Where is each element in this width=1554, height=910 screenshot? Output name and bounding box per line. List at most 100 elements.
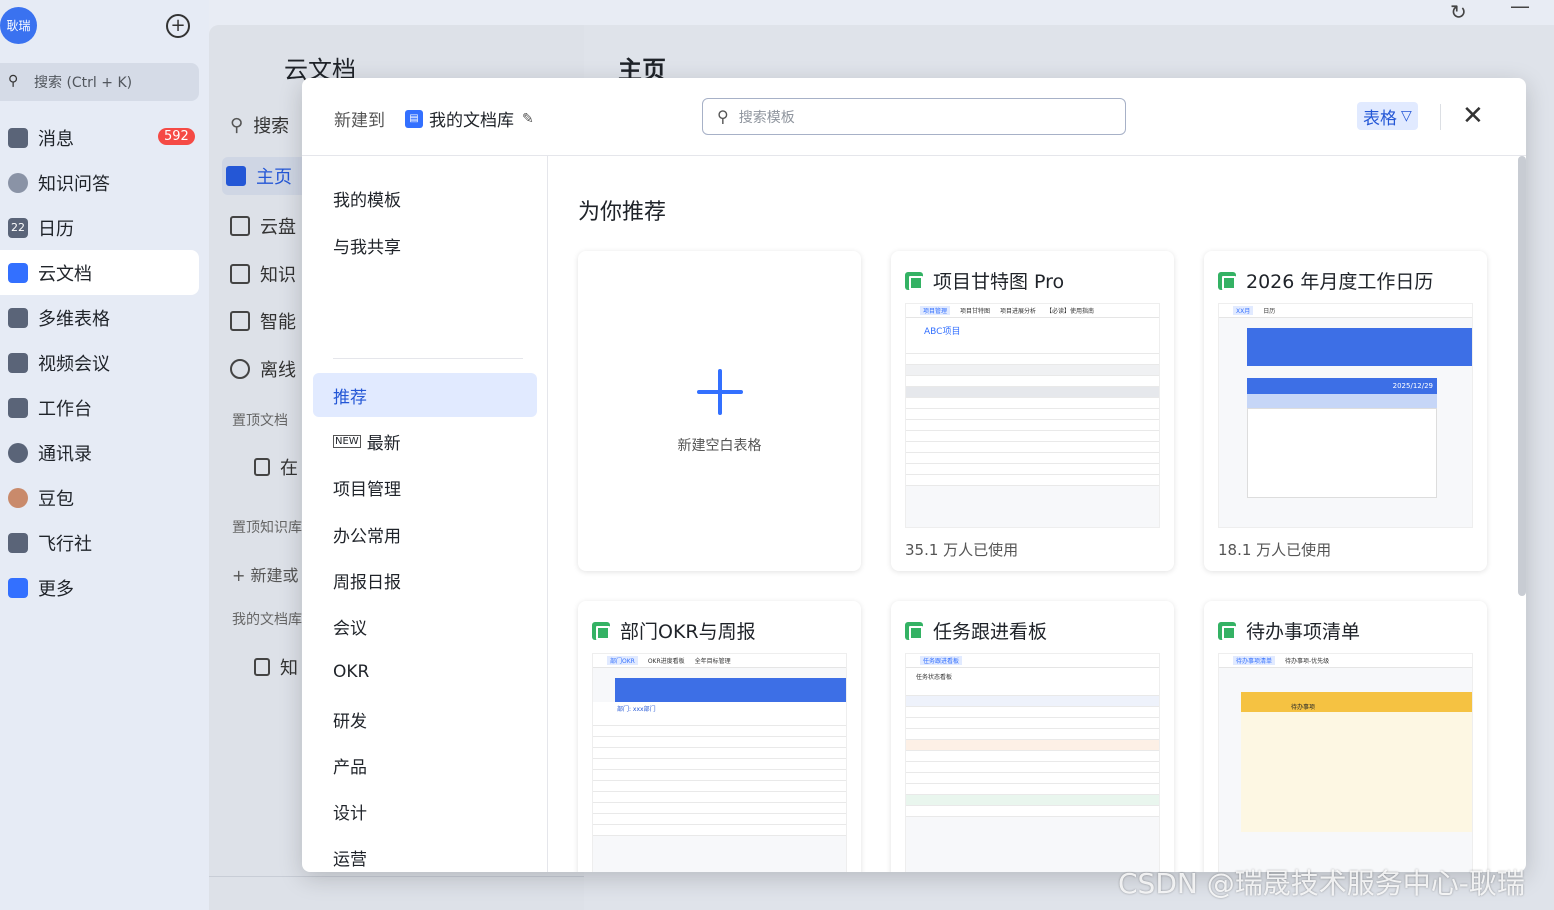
sheet-icon (905, 621, 923, 640)
bg-search[interactable]: ⚲ 搜索 (230, 112, 289, 138)
sidebar-item-label: 视频会议 (38, 353, 110, 375)
preview-header: ABC项目 (906, 318, 1159, 343)
category-operations[interactable]: 运营 (313, 835, 537, 872)
preview-tabs: 项目管理 项目甘特图 项目进展分析 【必读】使用指南 (906, 304, 1159, 318)
bg-nav-wiki[interactable]: 知识 (230, 261, 296, 287)
watermark: CSDN @瑞晟技术服务中心-耿瑞 (1118, 867, 1525, 900)
category-shared-with-me[interactable]: 与我共享 (313, 223, 537, 267)
category-my-templates[interactable]: 我的模板 (313, 176, 537, 220)
category-rd[interactable]: 研发 (313, 697, 537, 741)
template-preview: 待办事项清单 待办事项-优先级 待办事项 (1218, 653, 1473, 872)
bg-nav-drive[interactable]: 云盘 (230, 213, 296, 239)
target-library-selector[interactable]: ▤ 我的文档库 ✎ (405, 106, 534, 131)
section-title: 为你推荐 (578, 200, 667, 225)
category-product[interactable]: 产品 (313, 743, 537, 787)
template-card-task-board[interactable]: 任务跟进看板 任务跟进看板 任务状态看板 (891, 601, 1174, 872)
type-filter-button[interactable]: 表格 ▽ (1357, 102, 1418, 130)
preview-header: 待办事项 (1241, 702, 1472, 712)
bg-nav-offline[interactable]: 离线 (230, 356, 296, 382)
new-to-label: 新建到 (334, 111, 385, 131)
card-title-row: 待办事项清单 (1218, 617, 1360, 644)
bg-section-my-lib: 我的文档库 (232, 612, 302, 628)
sidebar-item-label: 知识问答 (38, 173, 110, 195)
type-filter-label: 表格 (1363, 108, 1397, 129)
docs-icon (8, 262, 28, 283)
sheet-icon (1218, 271, 1236, 290)
base-icon (8, 307, 28, 328)
calendar-icon: 22 (8, 217, 28, 238)
history-icon[interactable]: ↻ (1450, 0, 1467, 24)
template-card-calendar[interactable]: 2026 年月度工作日历 XX月 日历 2025/12/29 18.1 万人已使用 (1204, 251, 1487, 571)
category-meeting[interactable]: 会议 (313, 604, 537, 648)
dialog-header: 新建到 ▤ 我的文档库 ✎ ⚲ 搜索模板 表格 ▽ ✕ (302, 78, 1526, 156)
add-icon[interactable]: + (166, 14, 190, 38)
sheet-icon (905, 271, 923, 290)
sidebar-item-doubao[interactable]: 豆包 (0, 475, 199, 520)
workplace-icon (8, 397, 28, 418)
sidebar-item-label: 飞行社 (38, 533, 92, 555)
bg-pinned-doc[interactable]: 在 (254, 454, 298, 480)
preview-tabs: 部门OKR OKR进度看板 全年目标管理 (593, 654, 846, 668)
global-search-placeholder: 搜索 (Ctrl + K) (34, 75, 133, 91)
template-search-input[interactable]: ⚲ 搜索模板 (702, 98, 1126, 135)
unread-badge: 592 (158, 128, 195, 145)
category-okr[interactable]: OKR (313, 650, 537, 694)
bg-section-pinned-docs: 置顶文档 (232, 413, 288, 429)
sidebar-item-label: 豆包 (38, 488, 74, 510)
minimize-icon[interactable]: — (1510, 0, 1530, 18)
new-blank-sheet-card[interactable]: 新建空白表格 (578, 251, 861, 571)
template-preview: 项目管理 项目甘特图 项目进展分析 【必读】使用指南 ABC项目 (905, 303, 1160, 528)
edit-icon[interactable]: ✎ (522, 111, 534, 127)
sidebar-item-messages[interactable]: 消息 592 (0, 115, 199, 160)
sidebar-item-calendar[interactable]: 22 日历 (0, 205, 199, 250)
header-divider (1440, 104, 1441, 130)
avatar[interactable]: 耿瑞 (0, 7, 37, 44)
bg-nav-ai[interactable]: 智能 (230, 308, 296, 334)
usage-count: 18.1 万人已使用 (1218, 541, 1332, 559)
category-recommended[interactable]: 推荐 (313, 373, 537, 417)
sidebar-item-workplace[interactable]: 工作台 (0, 385, 199, 430)
sidebar-item-video[interactable]: 视频会议 (0, 340, 199, 385)
sidebar-item-docs[interactable]: 云文档 (0, 250, 199, 295)
bg-my-lib-item[interactable]: 知 (254, 654, 298, 680)
blank-card-label: 新建空白表格 (677, 438, 762, 454)
template-search-placeholder: 搜索模板 (738, 109, 795, 126)
preview-header: 部门: xxx部门 (593, 702, 846, 715)
template-card-gantt[interactable]: 项目甘特图 Pro 项目管理 项目甘特图 项目进展分析 【必读】使用指南 ABC项目 … (891, 251, 1174, 571)
category-office[interactable]: 办公常用 (313, 512, 537, 556)
category-project-management[interactable]: 项目管理 (313, 465, 537, 509)
sidebar-item-label: 消息 (38, 128, 74, 150)
sidebar-item-more[interactable]: 更多 (0, 565, 199, 610)
sidebar-item-feixingshe[interactable]: 飞行社 (0, 520, 199, 565)
template-card-okr[interactable]: 部门OKR与周报 部门OKR OKR进度看板 全年目标管理 部门: xxx部门 (578, 601, 861, 872)
card-title: 待办事项清单 (1246, 621, 1361, 643)
close-icon[interactable]: ✕ (1462, 102, 1484, 130)
sidebar-item-label: 更多 (38, 578, 74, 600)
card-title-row: 任务跟进看板 (905, 617, 1047, 644)
scrollbar[interactable] (1518, 156, 1526, 596)
category-latest[interactable]: NEW 最新 (313, 419, 537, 463)
app-sidebar: 耿瑞 + ⚲ 搜索 (Ctrl + K) 消息 592 知识问答 22 日历 云… (0, 0, 209, 910)
card-title-row: 部门OKR与周报 (592, 617, 756, 644)
card-title-row: 2026 年月度工作日历 (1218, 267, 1433, 294)
sidebar-item-qa[interactable]: 知识问答 (0, 160, 199, 205)
contacts-icon (8, 442, 28, 463)
sidebar-item-contacts[interactable]: 通讯录 (0, 430, 199, 475)
sidebar-item-base[interactable]: 多维表格 (0, 295, 199, 340)
bg-new-kb[interactable]: + 新建或 (232, 562, 299, 586)
sidebar-nav: 消息 592 知识问答 22 日历 云文档 多维表格 视频会议 工作台 通讯录 … (0, 115, 199, 610)
search-icon: ⚲ (8, 73, 19, 89)
template-card-todo[interactable]: 待办事项清单 待办事项清单 待办事项-优先级 待办事项 (1204, 601, 1487, 872)
qa-icon (8, 172, 28, 193)
category-design[interactable]: 设计 (313, 789, 537, 833)
video-icon (8, 352, 28, 373)
usage-count: 35.1 万人已使用 (905, 541, 1019, 559)
search-icon: ⚲ (717, 107, 729, 126)
preview-tabs: XX月 日历 (1219, 304, 1472, 318)
card-title: 2026 年月度工作日历 (1246, 271, 1434, 293)
template-category-list: 我的模板 与我共享 推荐 NEW 最新 项目管理 办公常用 周报日报 会议 OKR… (302, 156, 548, 872)
sheet-icon (592, 621, 610, 640)
category-reports[interactable]: 周报日报 (313, 558, 537, 602)
sidebar-item-label: 日历 (38, 218, 74, 240)
global-search-input[interactable]: ⚲ 搜索 (Ctrl + K) (0, 63, 199, 101)
